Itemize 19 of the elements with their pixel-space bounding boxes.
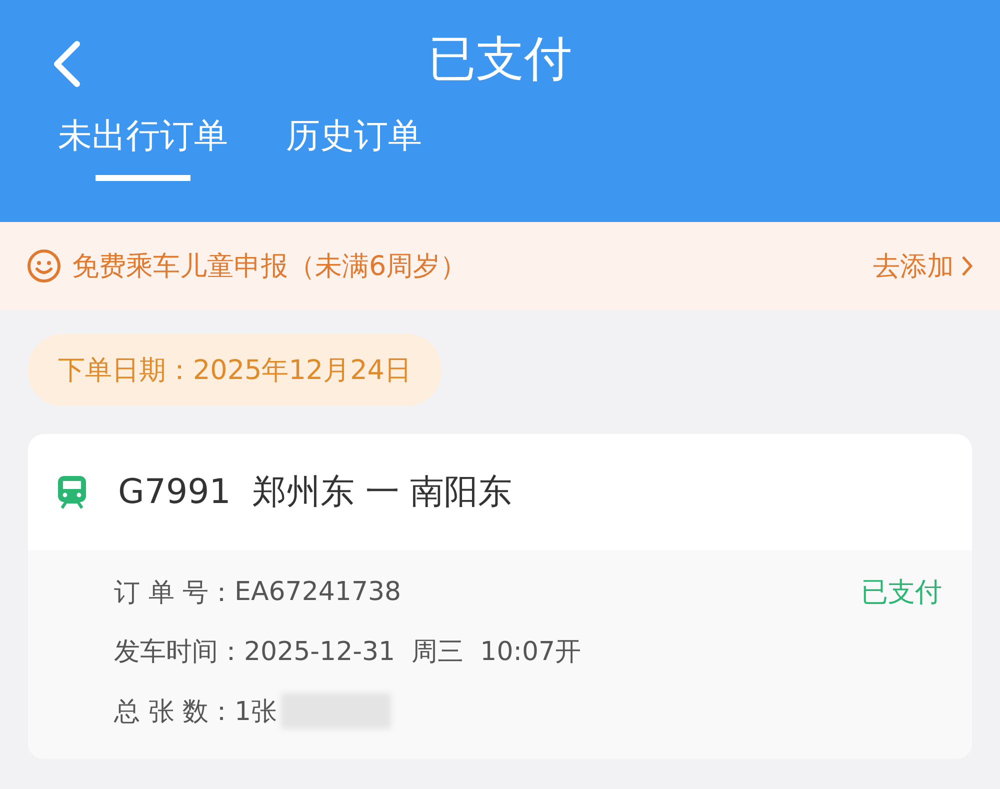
smiley-icon: [26, 248, 62, 284]
chevron-icon: [960, 254, 974, 278]
tab[interactable]: 历史订单: [286, 118, 422, 196]
train-route: G7991 郑州东 一 南阳东: [118, 471, 512, 514]
order-card[interactable]: G7991 郑州东 一 南阳东 订 单 号：EA67241738 已支付 发车时间：2025-12-31 周三 10:07开 总 张 数：1张: [28, 434, 972, 759]
tab[interactable]: 未出行订单: [58, 118, 228, 196]
train-icon: [56, 475, 88, 509]
payment-status: 已支付: [861, 576, 942, 610]
detail-value: EA67241738: [234, 577, 402, 607]
detail-value: 1张: [234, 696, 278, 728]
detail-value: 2025-12-31 周三 10:07开: [244, 636, 582, 669]
detail-label: 发车时间：: [114, 636, 244, 669]
page-title: 已支付: [428, 30, 572, 89]
notice-text: 免费乘车儿童申报（未满6周岁）: [72, 250, 468, 284]
back-icon: [51, 40, 83, 88]
detail-label: 订 单 号：: [114, 576, 235, 610]
order-date-badge: 下单日期：2025年12月24日: [28, 334, 442, 406]
add-link[interactable]: 去添加: [873, 248, 974, 284]
detail-label: 总 张 数：: [114, 696, 235, 728]
